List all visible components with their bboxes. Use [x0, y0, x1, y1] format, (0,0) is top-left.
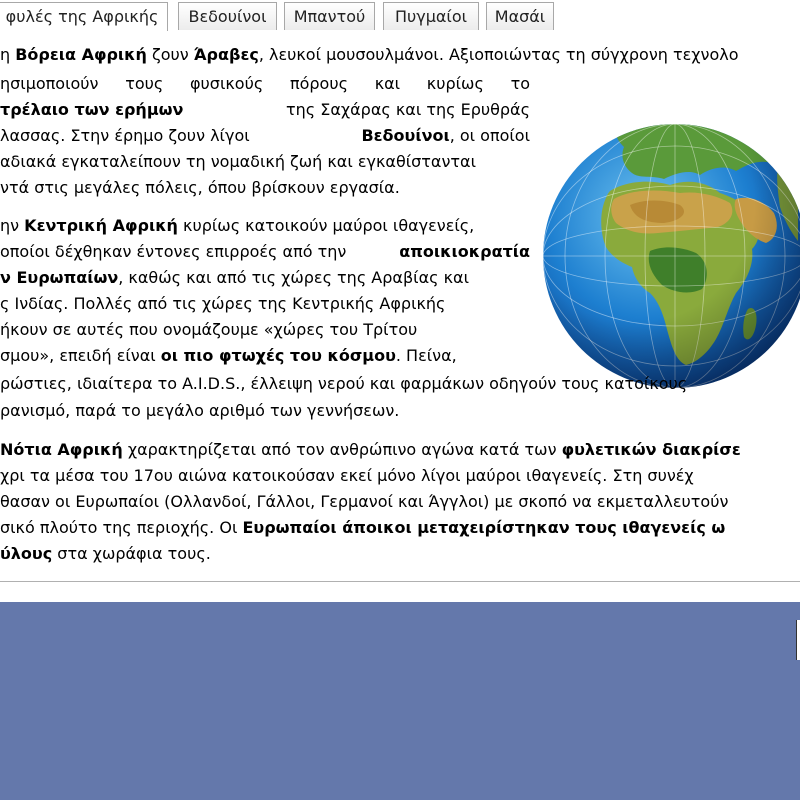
text-run: θασαν οι Ευρωπαίοι (Ολλανδοί, Γάλλοι, Γε…: [0, 492, 729, 511]
text-run: ην: [0, 216, 25, 235]
text-line: ην Κεντρική Αφρική κυρίως κατοικούν μαύρ…: [0, 213, 474, 239]
text-run: της Σαχάρας και της Ερυθράς: [285, 100, 530, 119]
footer-panel: [0, 602, 800, 800]
text-run: χαρακτηρίζεται από τον ανθρώπινο αγώνα κ…: [122, 440, 562, 459]
text-run: η: [0, 45, 16, 64]
spacer: [0, 582, 800, 602]
text-run: , οι οποίοι: [449, 126, 530, 145]
tab-bantu[interactable]: Μπαντού: [284, 2, 375, 30]
text-line: λασσας. Στην έρημο ζουν λίγοι Βεδουίνοι,…: [0, 123, 530, 149]
text-run: ντά στις μεγάλες πόλεις, όπου βρίσκουν ε…: [0, 178, 400, 197]
text-line: ρώστιες, ιδιαίτερα το A.I.D.S., έλλειψη …: [0, 371, 687, 397]
text-run: οποίοι δέχθηκαν έντονες επιρροές από την: [0, 242, 347, 261]
scroll-handle[interactable]: [796, 620, 800, 660]
text-line: θασαν οι Ευρωπαίοι (Ολλανδοί, Γάλλοι, Γε…: [0, 489, 728, 515]
text-run: ζουν: [146, 45, 194, 64]
bold-south-africa: Νότια Αφρική: [0, 440, 123, 459]
text-line: σικό πλούτο της περιοχής. Οι Ευρωπαίοι ά…: [0, 515, 725, 541]
text-line: ησιμοποιούν τους φυσικούς πόρους και κυρ…: [0, 71, 530, 97]
text-line: ν Ευρωπαίων, καθώς και από τις χώρες της…: [0, 265, 469, 291]
bold-racial-discrimination: φυλετικών διακρίσε: [561, 440, 741, 459]
text-line: οποίοι δέχθηκαν έντονες επιρροές από την…: [0, 239, 530, 265]
bold-poorest: οι πιο φτωχές του κόσμου: [160, 346, 396, 365]
bold-european-settlers: Ευρωπαίοι άποικοι μεταχειρίστηκαν τους ι…: [242, 518, 726, 537]
text-run: ησιμοποιούν τους φυσικούς πόρους και κυρ…: [0, 74, 530, 93]
tab-maasai[interactable]: Μασάι: [486, 2, 554, 30]
tab-bar: φυλές της Αφρικής Βεδουίνοι Μπαντού Πυγμ…: [0, 0, 800, 32]
text-run: , καθώς και από τις χώρες της Αραβίας κα…: [118, 268, 469, 287]
bold-slaves: ύλους: [0, 544, 53, 563]
text-line: ντά στις μεγάλες πόλεις, όπου βρίσκουν ε…: [0, 175, 400, 201]
article-content: η Βόρεια Αφρική ζουν Άραβες, λευκοί μουσ…: [0, 31, 800, 582]
text-run: ς Ινδίας. Πολλές από τις χώρες της Κεντρ…: [0, 294, 446, 313]
tab-pygmies[interactable]: Πυγμαίοι: [383, 2, 479, 30]
text-run: στα χωράφια τους.: [52, 544, 211, 563]
bold-colonialism: αποικιοκρατία: [399, 242, 530, 261]
tab-bedouins[interactable]: Βεδουίνοι: [178, 2, 277, 30]
text-run: . Πείνα,: [395, 346, 457, 365]
text-line: η Βόρεια Αφρική ζουν Άραβες, λευκοί μουσ…: [0, 42, 739, 68]
text-run: κυρίως κατοικούν μαύροι ιθαγενείς,: [177, 216, 475, 235]
globe-africa-icon: [543, 124, 800, 388]
text-line: σμου», επειδή είναι οι πιο φτωχές του κό…: [0, 343, 457, 369]
text-line: ρανισμό, παρά το μεγάλο αριθμό των γεννή…: [0, 398, 399, 424]
text-run: λασσας. Στην έρημο ζουν λίγοι: [0, 126, 250, 145]
text-line: αδιακά εγκαταλείπουν τη νομαδική ζωή και…: [0, 149, 530, 175]
text-run: ήκουν σε αυτές που ονομάζουμε «χώρες του…: [0, 320, 418, 339]
bold-europeans: ν Ευρωπαίων: [0, 268, 119, 287]
text-run: ρώστιες, ιδιαίτερα το A.I.D.S., έλλειψη …: [0, 374, 688, 393]
text-line: Νότια Αφρική χαρακτηρίζεται από τον ανθρ…: [0, 437, 741, 463]
text-line: χρι τα μέσα του 17ου αιώνα κατοικούσαν ε…: [0, 463, 694, 489]
tab-african-tribes[interactable]: φυλές της Αφρικής: [0, 2, 168, 32]
bold-bedouins: Βεδουίνοι: [361, 126, 450, 145]
bold-desert-oil: τρέλαιο των ερήμων: [0, 100, 184, 119]
text-run: σμου», επειδή είναι: [0, 346, 161, 365]
text-run: αδιακά εγκαταλείπουν τη νομαδική ζωή και…: [0, 152, 476, 171]
text-line: τρέλαιο των ερήμων της Σαχάρας και της Ε…: [0, 97, 530, 123]
text-run: , λευκοί μουσουλμάνοι. Αξιοποιώντας τη σ…: [258, 45, 739, 64]
text-line: ς Ινδίας. Πολλές από τις χώρες της Κεντρ…: [0, 291, 530, 317]
text-run: χρι τα μέσα του 17ου αιώνα κατοικούσαν ε…: [0, 466, 694, 485]
text-line: ήκουν σε αυτές που ονομάζουμε «χώρες του…: [0, 317, 530, 343]
bold-arabs: Άραβες: [193, 45, 259, 64]
text-run: σικό πλούτο της περιοχής. Οι: [0, 518, 243, 537]
text-line: ύλους στα χωράφια τους.: [0, 541, 211, 567]
bold-north-africa: Βόρεια Αφρική: [15, 45, 147, 64]
bold-central-africa: Κεντρική Αφρική: [24, 216, 178, 235]
text-run: ρανισμό, παρά το μεγάλο αριθμό των γεννή…: [0, 401, 400, 420]
